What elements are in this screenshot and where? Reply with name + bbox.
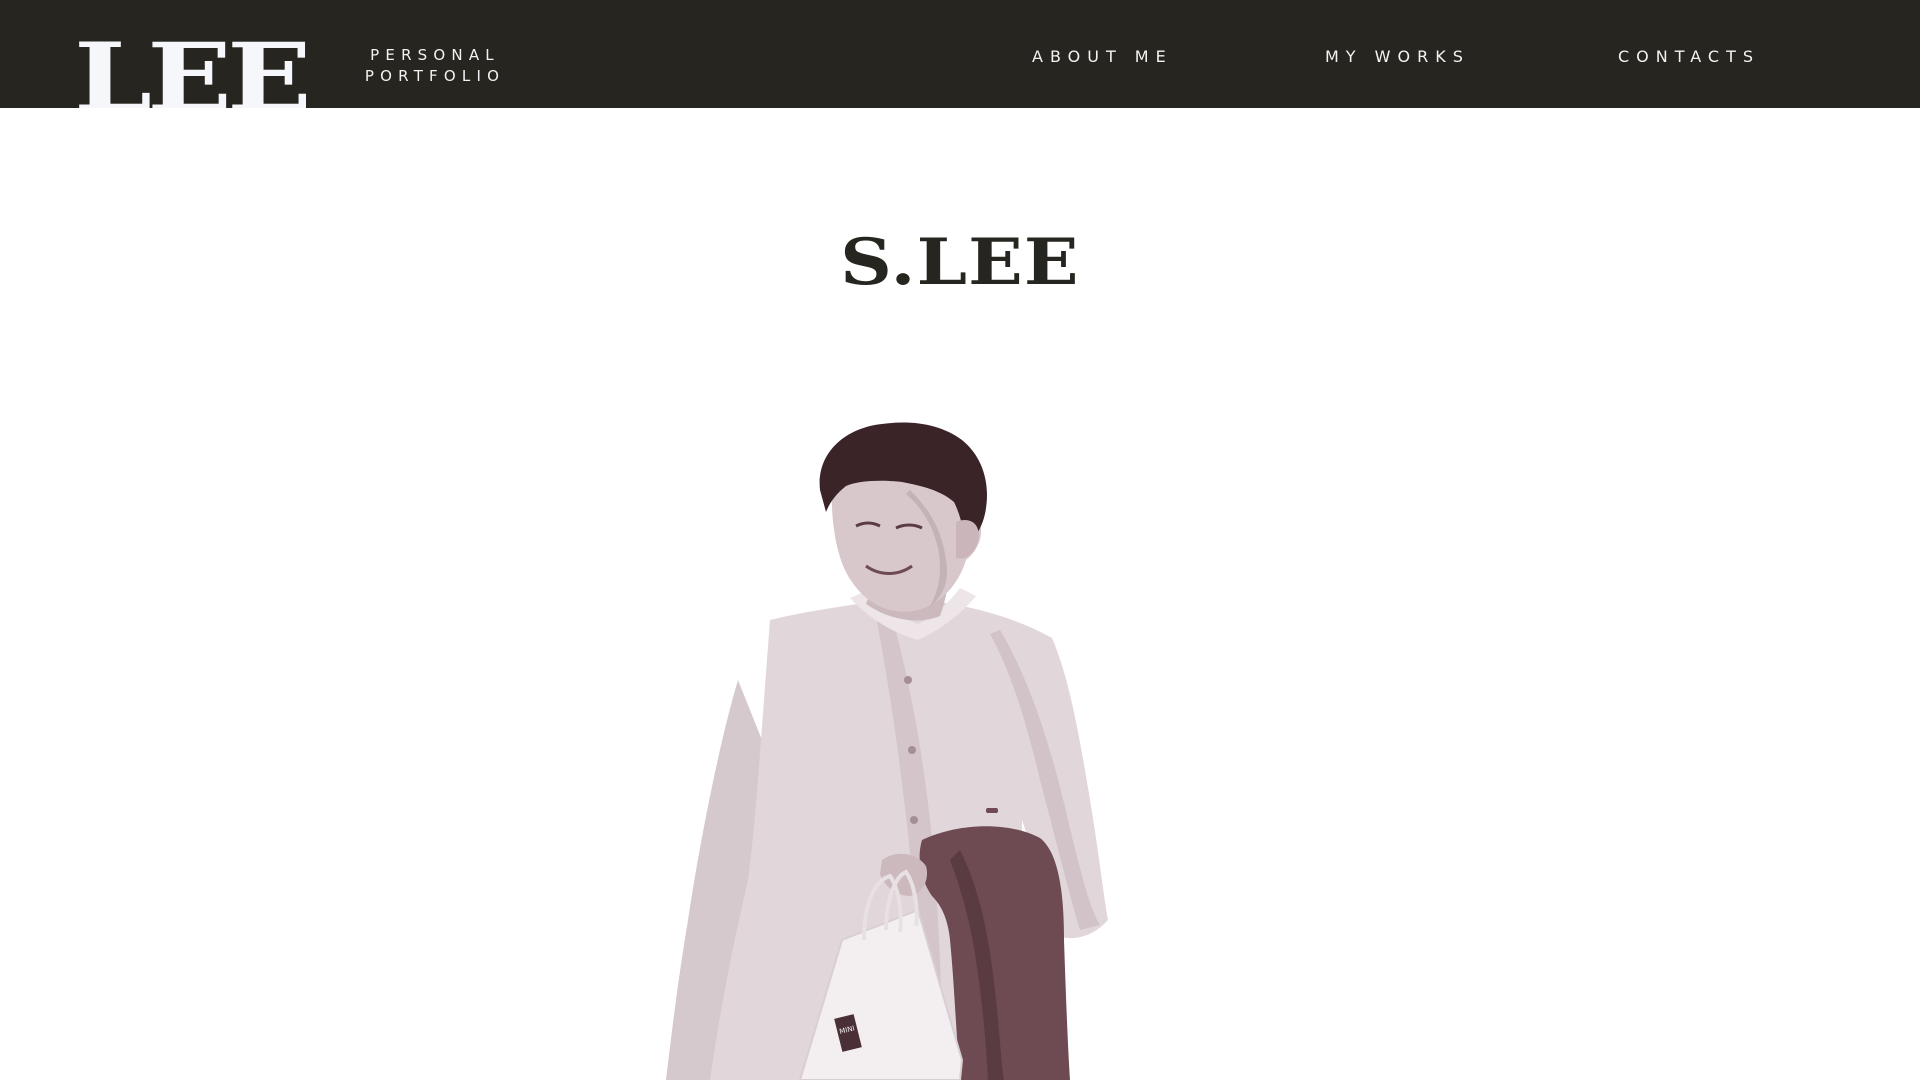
site-header: LEE PERSONAL PORTFOLIO ABOUT ME MY WORKS… [0,0,1920,108]
site-logo[interactable]: LEE [74,30,307,108]
hero-title: S.LEE [0,223,1920,303]
tagline-line-2: PORTFOLIO [364,67,506,85]
portfolio-page: LEE PERSONAL PORTFOLIO ABOUT ME MY WORKS… [0,0,1920,1080]
portrait-photo: MINI SO [660,420,1220,1080]
nav-link-about-me[interactable]: ABOUT ME [1032,47,1173,67]
nav-link-contacts[interactable]: CONTACTS [1618,47,1760,67]
nav-link-my-works[interactable]: MY WORKS [1325,47,1470,67]
hero-title-text: S.LEE [840,225,1080,300]
tagline-line-1: PERSONAL [370,46,500,64]
site-tagline: PERSONAL PORTFOLIO [346,45,524,87]
